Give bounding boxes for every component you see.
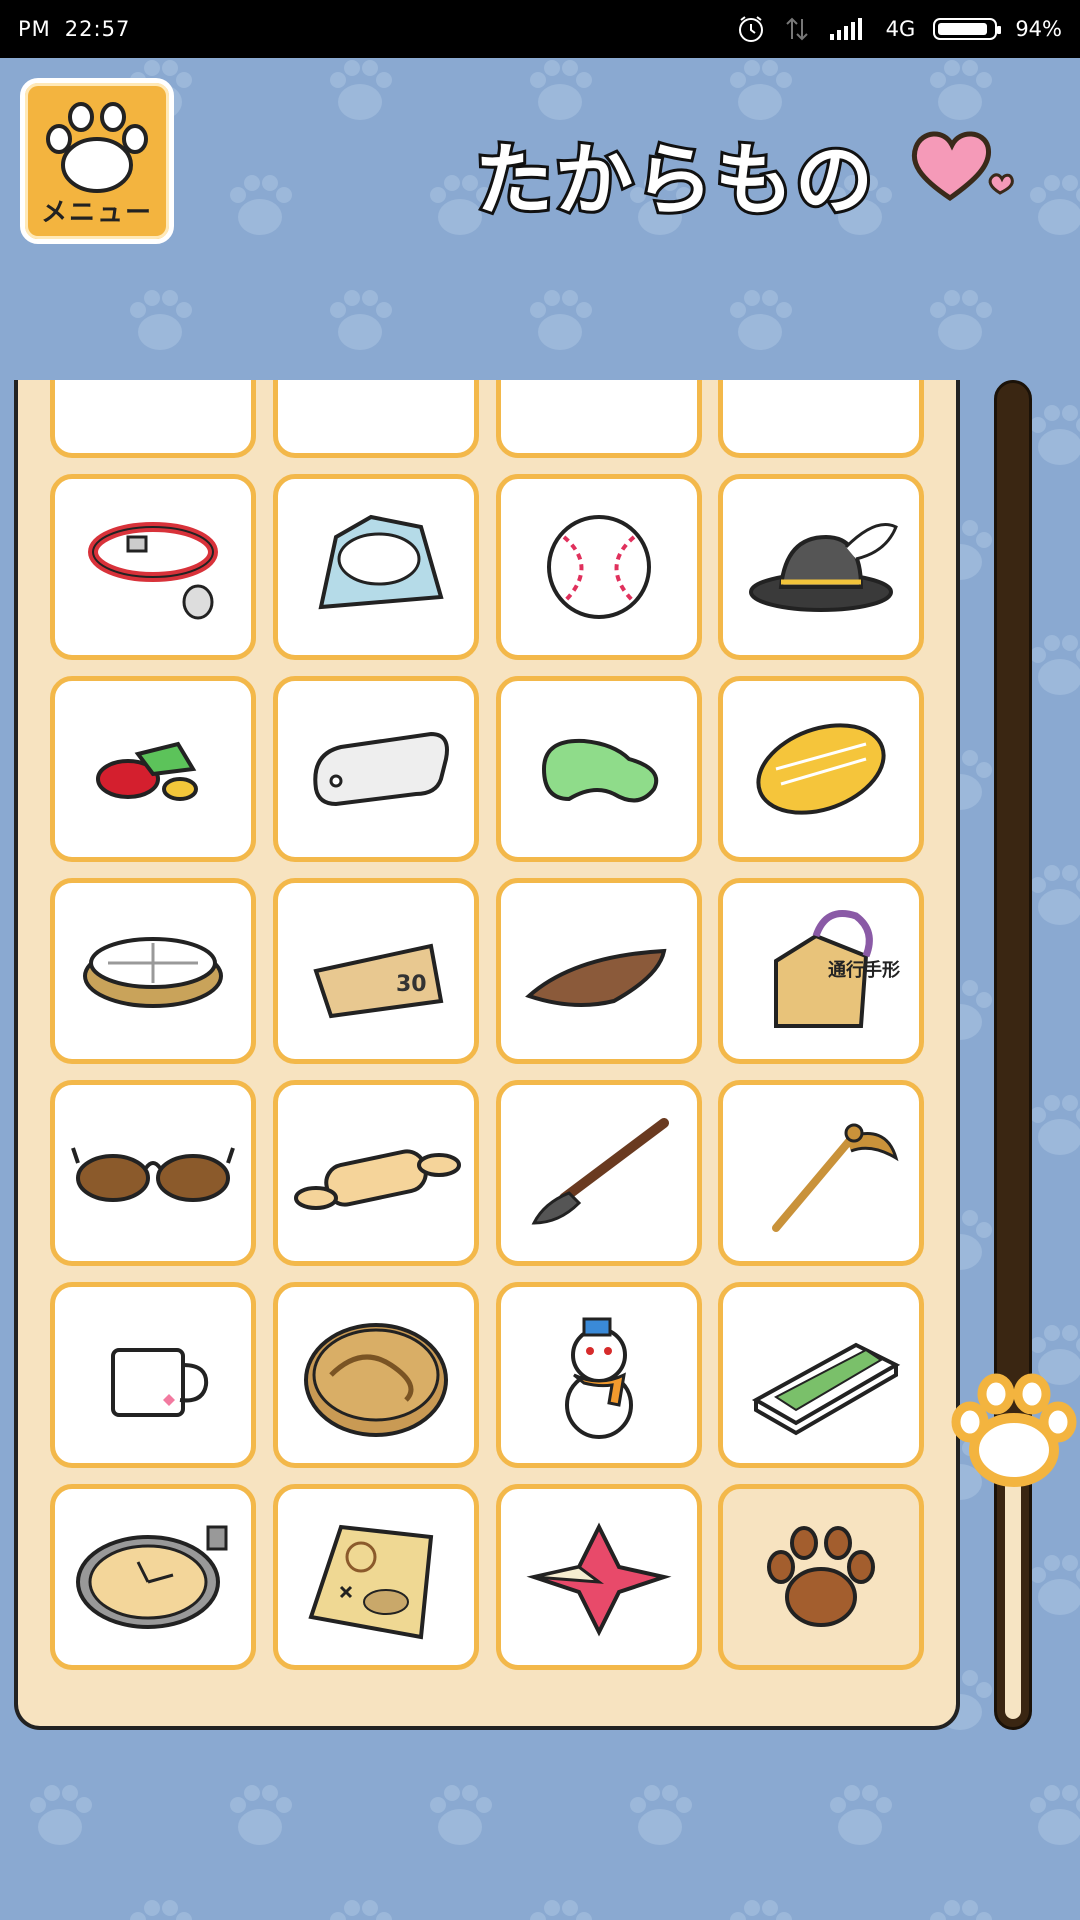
item-label: 30 <box>396 972 427 997</box>
treasure-slot[interactable] <box>496 676 702 862</box>
treasure-slot[interactable] <box>718 1484 924 1670</box>
ribbon-icon <box>736 380 906 435</box>
status-ampm: PM <box>18 17 51 41</box>
treasure-slot[interactable] <box>50 1484 256 1670</box>
menu-button[interactable]: メニュー <box>20 78 174 244</box>
caduceus-icon <box>772 1123 899 1232</box>
green-magatama-icon <box>541 738 659 803</box>
item-label: 通行手形 <box>828 959 900 981</box>
treasure-slot[interactable] <box>273 1080 479 1266</box>
status-time: 22:57 <box>64 17 131 41</box>
signal-icon <box>829 18 862 40</box>
alarm-icon <box>738 16 763 42</box>
treasure-slot[interactable]: 30 <box>273 878 479 1064</box>
katsuobushi-icon <box>525 948 667 1007</box>
gold-koban-icon <box>756 723 886 815</box>
data-arrows-icon <box>785 17 808 41</box>
rolling-pin-icon <box>294 1149 461 1210</box>
compass-icon <box>83 937 223 1008</box>
pencil-icon <box>68 380 238 435</box>
treasure-slot[interactable] <box>50 474 256 660</box>
treasure-slot[interactable] <box>496 878 702 1064</box>
dog-tag-icon <box>313 731 449 807</box>
feather-hat-icon <box>749 523 898 612</box>
treasure-slot[interactable] <box>718 474 924 660</box>
treasure-slot[interactable] <box>50 1282 256 1468</box>
sunglasses-icon <box>71 1147 235 1202</box>
treasure-panel: 30 通行手形 <box>14 380 960 1730</box>
treasure-slot[interactable]: 通行手形 <box>718 878 924 1064</box>
battery-percent: 94% <box>1015 17 1062 41</box>
brush-icon <box>531 1118 669 1225</box>
scroll-track[interactable] <box>994 380 1032 1730</box>
sketchbook-icon <box>751 1342 901 1436</box>
empty-paw-icon <box>767 1526 875 1627</box>
treasure-slot[interactable] <box>273 474 479 660</box>
treasure-slot[interactable] <box>496 1484 702 1670</box>
mug-icon <box>111 1348 209 1417</box>
pass-charm-icon: 通行手形 <box>774 910 900 1028</box>
treasure-slot[interactable] <box>496 380 702 458</box>
treasure-slot[interactable] <box>496 1282 702 1468</box>
treasure-slot[interactable] <box>496 474 702 660</box>
battery-icon <box>933 18 1002 40</box>
bandana-icon <box>318 514 444 610</box>
gems-icon <box>96 741 198 801</box>
paw-icon <box>46 102 148 193</box>
treasure-slot[interactable] <box>273 380 479 458</box>
treasure-slot[interactable] <box>718 676 924 862</box>
bone-icon <box>291 380 461 435</box>
treasure-slot[interactable] <box>50 676 256 862</box>
pocket-watch-icon <box>76 1525 228 1629</box>
acorn-icon <box>514 380 684 435</box>
treasure-slot[interactable] <box>718 380 924 458</box>
page-title: たからもの <box>472 133 876 229</box>
treasure-slot[interactable] <box>50 380 256 458</box>
treasure-map-icon <box>308 1524 434 1640</box>
baseball-icon <box>547 515 651 619</box>
treasure-slot[interactable] <box>273 1282 479 1468</box>
shuriken-icon <box>526 1522 672 1637</box>
treasure-slot[interactable] <box>718 1080 924 1266</box>
status-bar: PM 22:57 4G 94% <box>0 0 1080 58</box>
treasure-slot[interactable] <box>273 1484 479 1670</box>
menu-label: メニュー <box>40 198 153 228</box>
treasure-slot[interactable] <box>50 1080 256 1266</box>
treasure-slot[interactable] <box>273 676 479 862</box>
dragon-coin-icon <box>304 1323 448 1437</box>
treasure-slot[interactable] <box>50 878 256 1064</box>
network-type: 4G <box>885 17 916 41</box>
paw-scroll-thumb[interactable] <box>948 1370 1080 1494</box>
treasure-slot[interactable] <box>496 1080 702 1266</box>
treasure-slot[interactable] <box>718 1282 924 1468</box>
ticket-icon: 30 <box>313 943 444 1019</box>
heart-icon <box>911 131 1014 202</box>
collar-icon <box>88 522 218 620</box>
snowman-icon <box>565 1317 633 1439</box>
